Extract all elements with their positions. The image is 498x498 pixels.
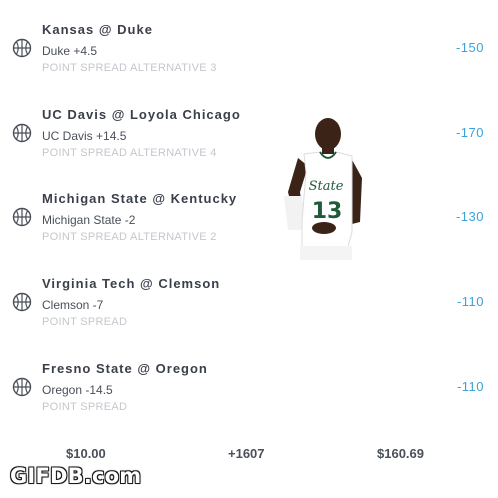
bet-pick: Michigan State -2	[42, 213, 136, 227]
payout-amount: $160.69	[377, 446, 424, 461]
bet-market: POINT SPREAD ALTERNATIVE 4	[42, 147, 217, 159]
bet-pick: Oregon -14.5	[42, 383, 113, 397]
bet-pick: Clemson -7	[42, 298, 104, 312]
parlay-summary: $10.00 +1607 $160.69	[0, 446, 498, 464]
bet-leg[interactable]: Kansas @ Duke Duke +4.5 POINT SPREAD ALT…	[0, 20, 498, 104]
bet-pick: UC Davis +14.5	[42, 129, 127, 143]
player-sticker: State 13	[284, 118, 362, 260]
bet-market: POINT SPREAD	[42, 316, 128, 328]
jersey-number: 13	[312, 199, 343, 224]
bet-odds[interactable]: -130	[456, 209, 484, 224]
jersey-text: State	[309, 179, 344, 194]
matchup-title: Virginia Tech @ Clemson	[42, 276, 221, 291]
matchup-title: Michigan State @ Kentucky	[42, 191, 238, 206]
bet-pick: Duke +4.5	[42, 44, 98, 58]
matchup-title: UC Davis @ Loyola Chicago	[42, 107, 241, 122]
matchup-title: Fresno State @ Oregon	[42, 361, 208, 376]
parlay-odds: +1607	[228, 446, 265, 461]
bet-market: POINT SPREAD ALTERNATIVE 2	[42, 231, 217, 243]
basketball-icon	[12, 207, 32, 227]
bet-leg[interactable]: Fresno State @ Oregon Oregon -14.5 POINT…	[0, 359, 498, 443]
bet-market: POINT SPREAD	[42, 401, 128, 413]
basketball-icon	[12, 38, 32, 58]
watermark: GIFDB.com	[10, 464, 142, 488]
bet-market: POINT SPREAD ALTERNATIVE 3	[42, 62, 217, 74]
bet-leg[interactable]: Virginia Tech @ Clemson Clemson -7 POINT…	[0, 274, 498, 358]
bet-odds[interactable]: -110	[457, 294, 484, 309]
bet-leg[interactable]: Michigan State @ Kentucky Michigan State…	[0, 189, 498, 273]
bet-odds[interactable]: -110	[457, 379, 484, 394]
basketball-icon	[12, 123, 32, 143]
basketball-icon	[12, 377, 32, 397]
bet-odds[interactable]: -150	[456, 40, 484, 55]
matchup-title: Kansas @ Duke	[42, 22, 153, 37]
wager-amount: $10.00	[66, 446, 106, 461]
bet-leg[interactable]: UC Davis @ Loyola Chicago UC Davis +14.5…	[0, 105, 498, 189]
bet-odds[interactable]: -170	[456, 125, 484, 140]
basketball-icon	[12, 292, 32, 312]
